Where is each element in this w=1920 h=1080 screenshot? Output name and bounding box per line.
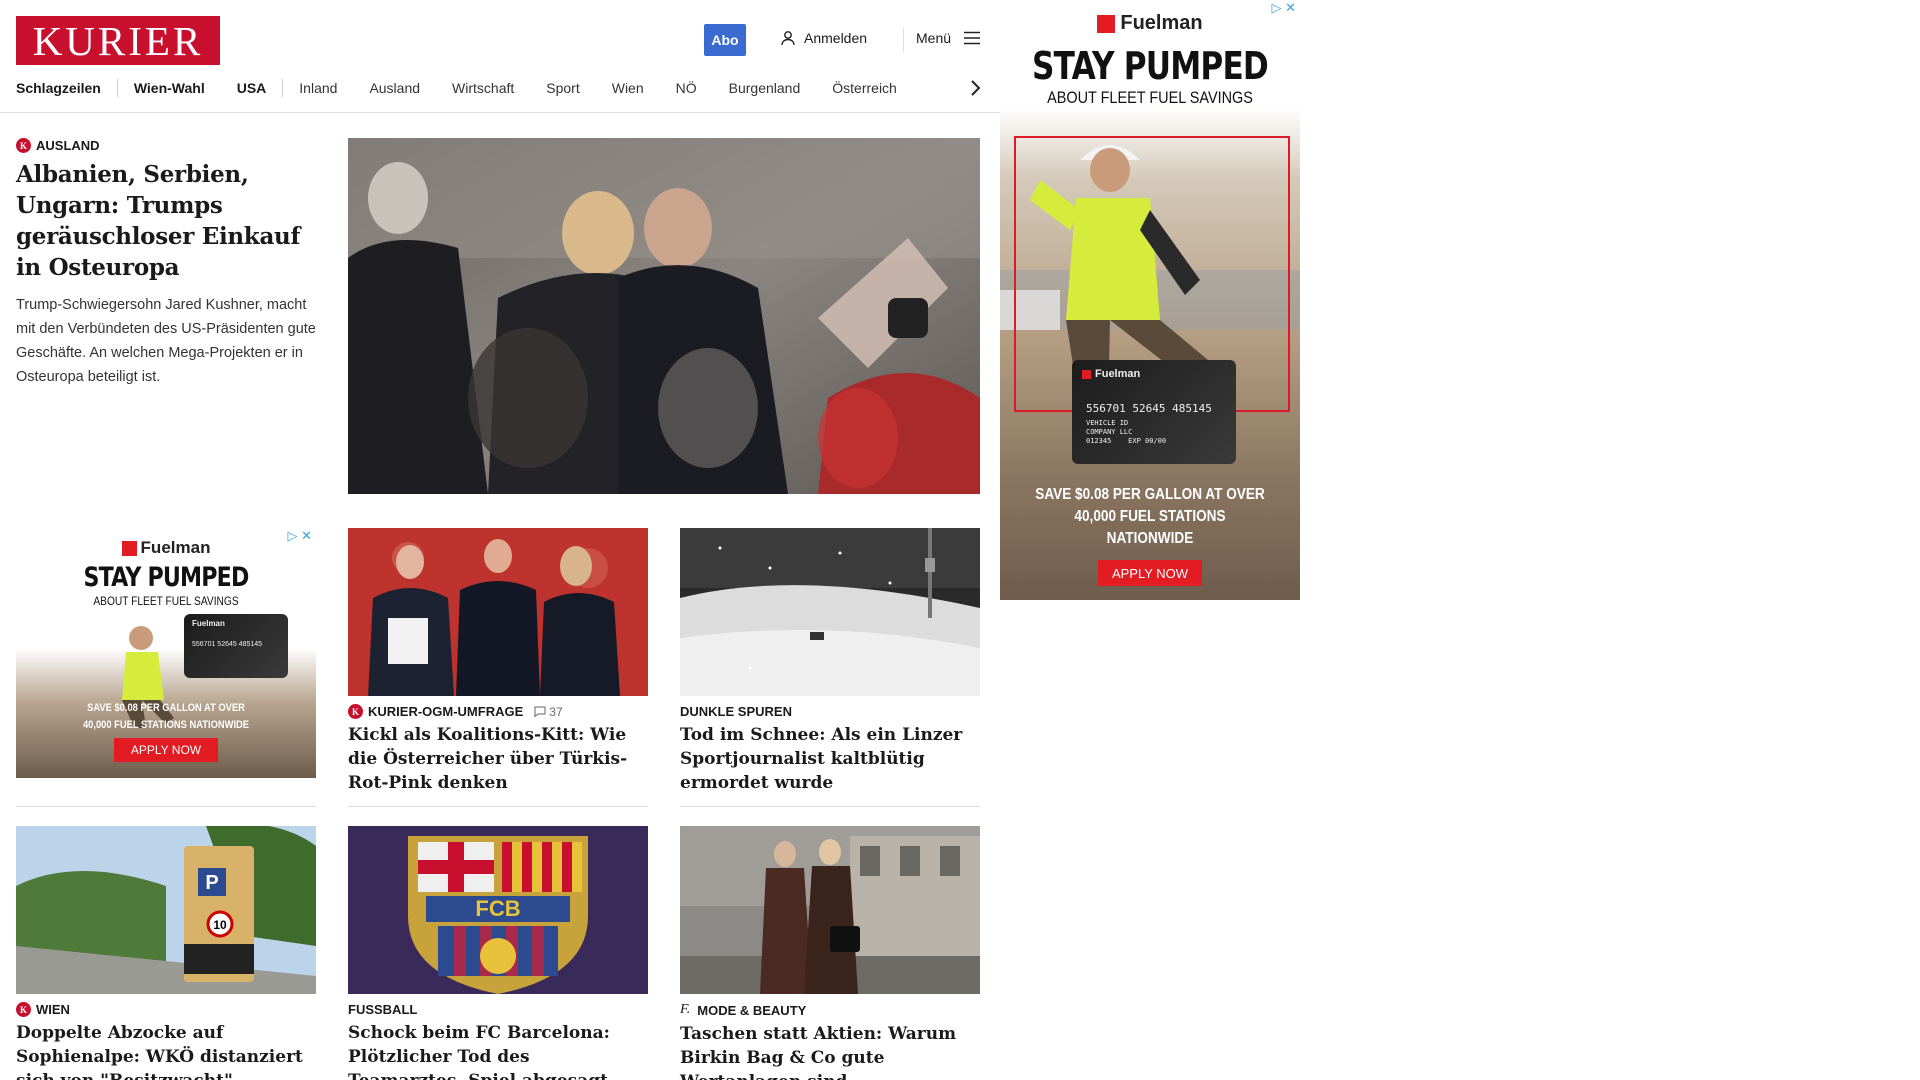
header-bottom-line [0,112,1000,113]
user-icon [781,31,795,46]
nav-divider [116,79,118,97]
nav-item-sport[interactable]: Sport [546,80,579,96]
adchoices-icon[interactable]: ▷ ✕ [287,528,312,544]
abo-button[interactable]: Abo [704,24,746,56]
svg-text:P: P [205,872,218,894]
article-kicker: K WIEN [16,1002,316,1017]
nav-item-usa[interactable]: USA [237,80,267,96]
article-kicker: f. MODE & BEAUTY [680,1002,980,1018]
header-divider [903,28,904,52]
article-title[interactable]: Taschen statt Aktien: Warum Birkin Bag &… [680,1022,980,1080]
svg-text:FCB: FCB [475,896,520,921]
ad-fuel-card: Fuelman 556701 52645 485145 [184,614,288,678]
ad-apply-button[interactable]: APPLY NOW [1098,560,1202,586]
freizeit-f-icon: f. [680,1002,691,1017]
article-image[interactable] [680,528,980,696]
fuelman-ad-large[interactable]: Fuelman ▷ ✕ STAY PUMPED ABOUT FLEET FUEL… [1000,0,1300,600]
article-image[interactable]: FCB [348,826,648,994]
lead-kicker-label: AUSLAND [36,138,100,153]
menu-label: Menü [916,30,952,46]
article-card[interactable]: f. MODE & BEAUTY Taschen statt Aktien: W… [680,826,980,1080]
kurier-k-icon: K [348,704,363,719]
article-kicker-label: MODE & BEAUTY [697,1002,807,1018]
kurier-k-icon: K [16,138,31,153]
article-image[interactable] [680,826,980,994]
ad-brand: Fuelman [1000,12,1300,35]
kurier-logo[interactable]: KURIER [16,16,220,65]
article-kicker-label: KURIER-OGM-UMFRAGE [368,704,524,719]
svg-text:10: 10 [213,918,227,932]
article-title[interactable]: Schock beim FC Barcelona: Plötzlicher To… [348,1021,648,1080]
kurier-k-icon: K [16,1002,31,1017]
section-nav: Schlagzeilen Wien-Wahl USA Inland Auslan… [16,78,929,98]
article-image[interactable] [348,528,648,696]
nav-divider [282,79,284,97]
nav-item-ausland[interactable]: Ausland [369,80,420,96]
article-card[interactable]: P 10 K WIEN Doppelte Abzocke auf Sophien… [16,826,316,1080]
ad-headline: STAY PUMPED [1032,44,1269,88]
lead-title[interactable]: Albanien, Serbien, Ungarn: Trumps geräus… [16,159,316,283]
nav-item-wien[interactable]: Wien [612,80,644,96]
fuelman-logo-icon [1097,14,1116,33]
comment-count-value: 37 [549,704,563,719]
article-kicker-label: DUNKLE SPUREN [680,704,792,719]
article-title[interactable]: Kickl als Koalitions-Kitt: Wie die Öster… [348,723,648,795]
nav-item-burgenland[interactable]: Burgenland [729,80,801,96]
nav-item-schlagzeilen[interactable]: Schlagzeilen [16,80,101,96]
nav-item-noe[interactable]: NÖ [676,80,697,96]
lead-kicker: K AUSLAND [16,138,316,153]
article-kicker: DUNKLE SPUREN [680,704,980,719]
ad-subline: ABOUT FLEET FUEL SAVINGS [93,594,239,608]
article-image[interactable]: P 10 [16,826,316,994]
kurier-homepage: KURIER Abo Anmelden Menü Schlagzeilen Wi… [0,0,1300,1080]
ad-fuel-card: Fuelman 556701 52645 485145 VEHICLE ID CO… [1072,360,1236,464]
adchoices-icon[interactable]: ▷ ✕ [1271,0,1296,16]
article-title[interactable]: Tod im Schnee: Als ein Linzer Sportjourn… [680,723,980,795]
chevron-right-icon[interactable] [968,78,982,98]
nav-item-oesterreich[interactable]: Österreich [832,80,897,96]
article-title[interactable]: Doppelte Abzocke auf Sophienalpe: WKÖ di… [16,1021,316,1080]
ad-offer: SAVE $0.08 PER GALLON AT OVER 40,000 FUE… [1035,486,1265,547]
fuelman-ad-small[interactable]: Fuelman ▷ ✕ STAY PUMPED ABOUT FLEET FUEL… [16,528,316,778]
card-divider [680,806,980,807]
article-kicker-label: FUSSBALL [348,1002,418,1017]
ad-headline: STAY PUMPED [83,562,249,593]
article-card[interactable]: K KURIER-OGM-UMFRAGE 37 Kickl als Koalit… [348,528,648,795]
hamburger-icon [964,31,981,45]
lead-article[interactable]: K AUSLAND Albanien, Serbien, Ungarn: Tru… [16,138,316,389]
comment-count[interactable]: 37 [534,704,563,719]
nav-item-wirtschaft[interactable]: Wirtschaft [452,80,514,96]
article-kicker: K KURIER-OGM-UMFRAGE 37 [348,704,648,719]
article-kicker-label: WIEN [36,1002,70,1017]
comment-icon [534,706,546,717]
article-card[interactable]: FCB FUSSBALL Schock beim FC Barcelona: P… [348,826,648,1080]
ad-offer: SAVE $0.08 PER GALLON AT OVER 40,000 FUE… [82,702,250,731]
menu-button[interactable]: Menü [916,30,981,46]
fuelman-logo-icon [121,540,137,556]
login-button[interactable]: Anmelden [780,30,867,46]
lead-teaser: Trump-Schwiegersohn Jared Kushner, macht… [16,297,316,385]
article-kicker: FUSSBALL [348,1002,648,1017]
ad-brand: Fuelman [16,538,316,558]
article-card[interactable]: DUNKLE SPUREN Tod im Schnee: Als ein Lin… [680,528,980,795]
card-divider [16,806,316,807]
ad-apply-button[interactable]: APPLY NOW [114,738,218,762]
nav-item-wien-wahl[interactable]: Wien-Wahl [134,80,205,96]
nav-item-inland[interactable]: Inland [299,80,337,96]
login-label: Anmelden [804,30,868,46]
ad-subline: ABOUT FLEET FUEL SAVINGS [1047,88,1253,107]
card-divider [348,806,648,807]
lead-image[interactable] [348,138,980,494]
